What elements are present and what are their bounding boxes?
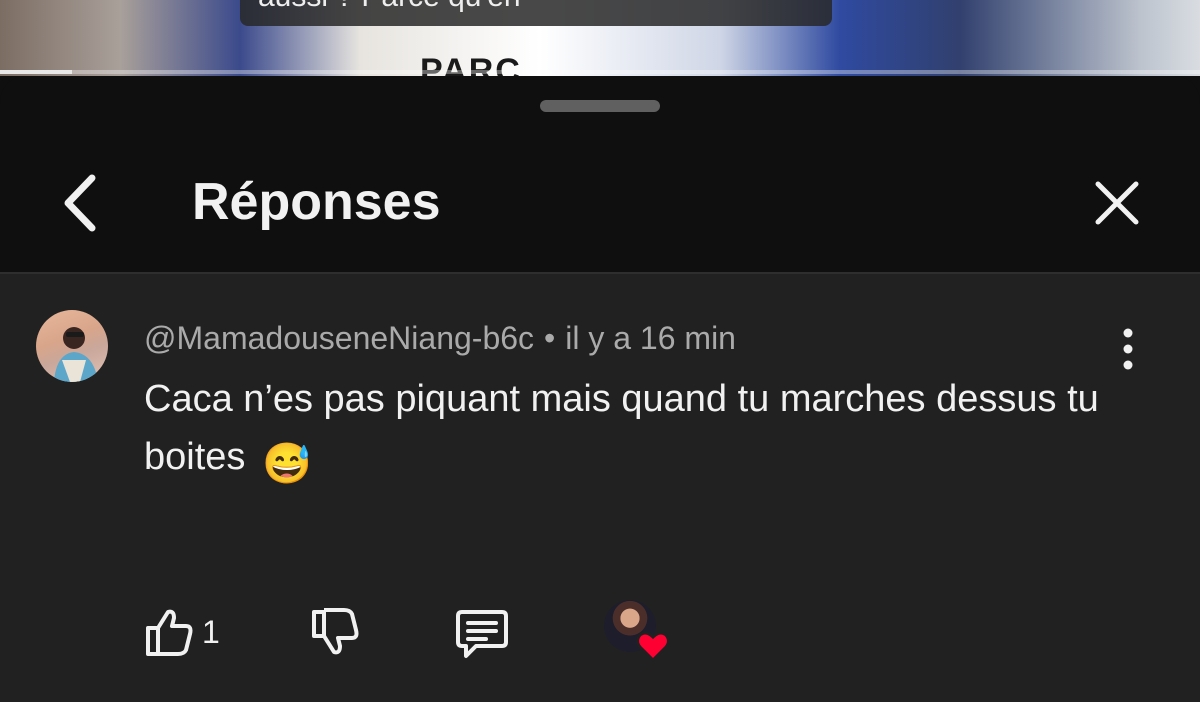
thumb-up-icon [146,609,193,656]
comment-text: Caca n’es pas piquant mais quand tu marc… [144,370,1104,493]
comment-actions: 1 [0,594,1200,674]
video-caption: aussi ? Parce qu'en [240,0,832,26]
grinning-sweat-emoji: 😅 [261,442,312,486]
back-button[interactable] [52,168,112,238]
close-button[interactable] [1090,176,1144,230]
drag-handle[interactable] [540,100,660,112]
reply-comment: @MamadouseneNiang-b6c • il y a 16 min Caca… [0,274,1200,702]
video-progress-fill [0,70,72,74]
reply-button[interactable] [454,604,514,664]
dislike-button[interactable] [306,604,366,664]
meta-separator: • [544,320,556,356]
comment-author[interactable]: @MamadouseneNiang-b6c [144,320,534,356]
chevron-left-icon [64,174,96,232]
reply-icon [456,610,508,658]
video-progress-bar[interactable] [0,70,1200,74]
like-count: 1 [202,614,220,650]
creator-heart-badge[interactable] [604,600,674,666]
avatar-image [54,327,98,382]
close-icon [1095,181,1139,225]
comment-meta: @MamadouseneNiang-b6c • il y a 16 min [144,318,736,358]
avatar[interactable] [36,310,108,382]
replies-sheet: Réponses @MamadouseneNiang-b6c • il y a 16… [0,76,1200,702]
thumb-down-icon [312,608,359,655]
more-vertical-icon [1123,328,1133,370]
video-player[interactable]: aussi ? Parce qu'en PARC [0,0,1200,76]
more-options-button[interactable] [1110,324,1146,374]
like-button[interactable]: 1 [140,604,230,664]
comment-time: il y a 16 min [565,320,736,356]
sheet-title: Réponses [192,173,441,231]
heart-icon [636,631,670,662]
